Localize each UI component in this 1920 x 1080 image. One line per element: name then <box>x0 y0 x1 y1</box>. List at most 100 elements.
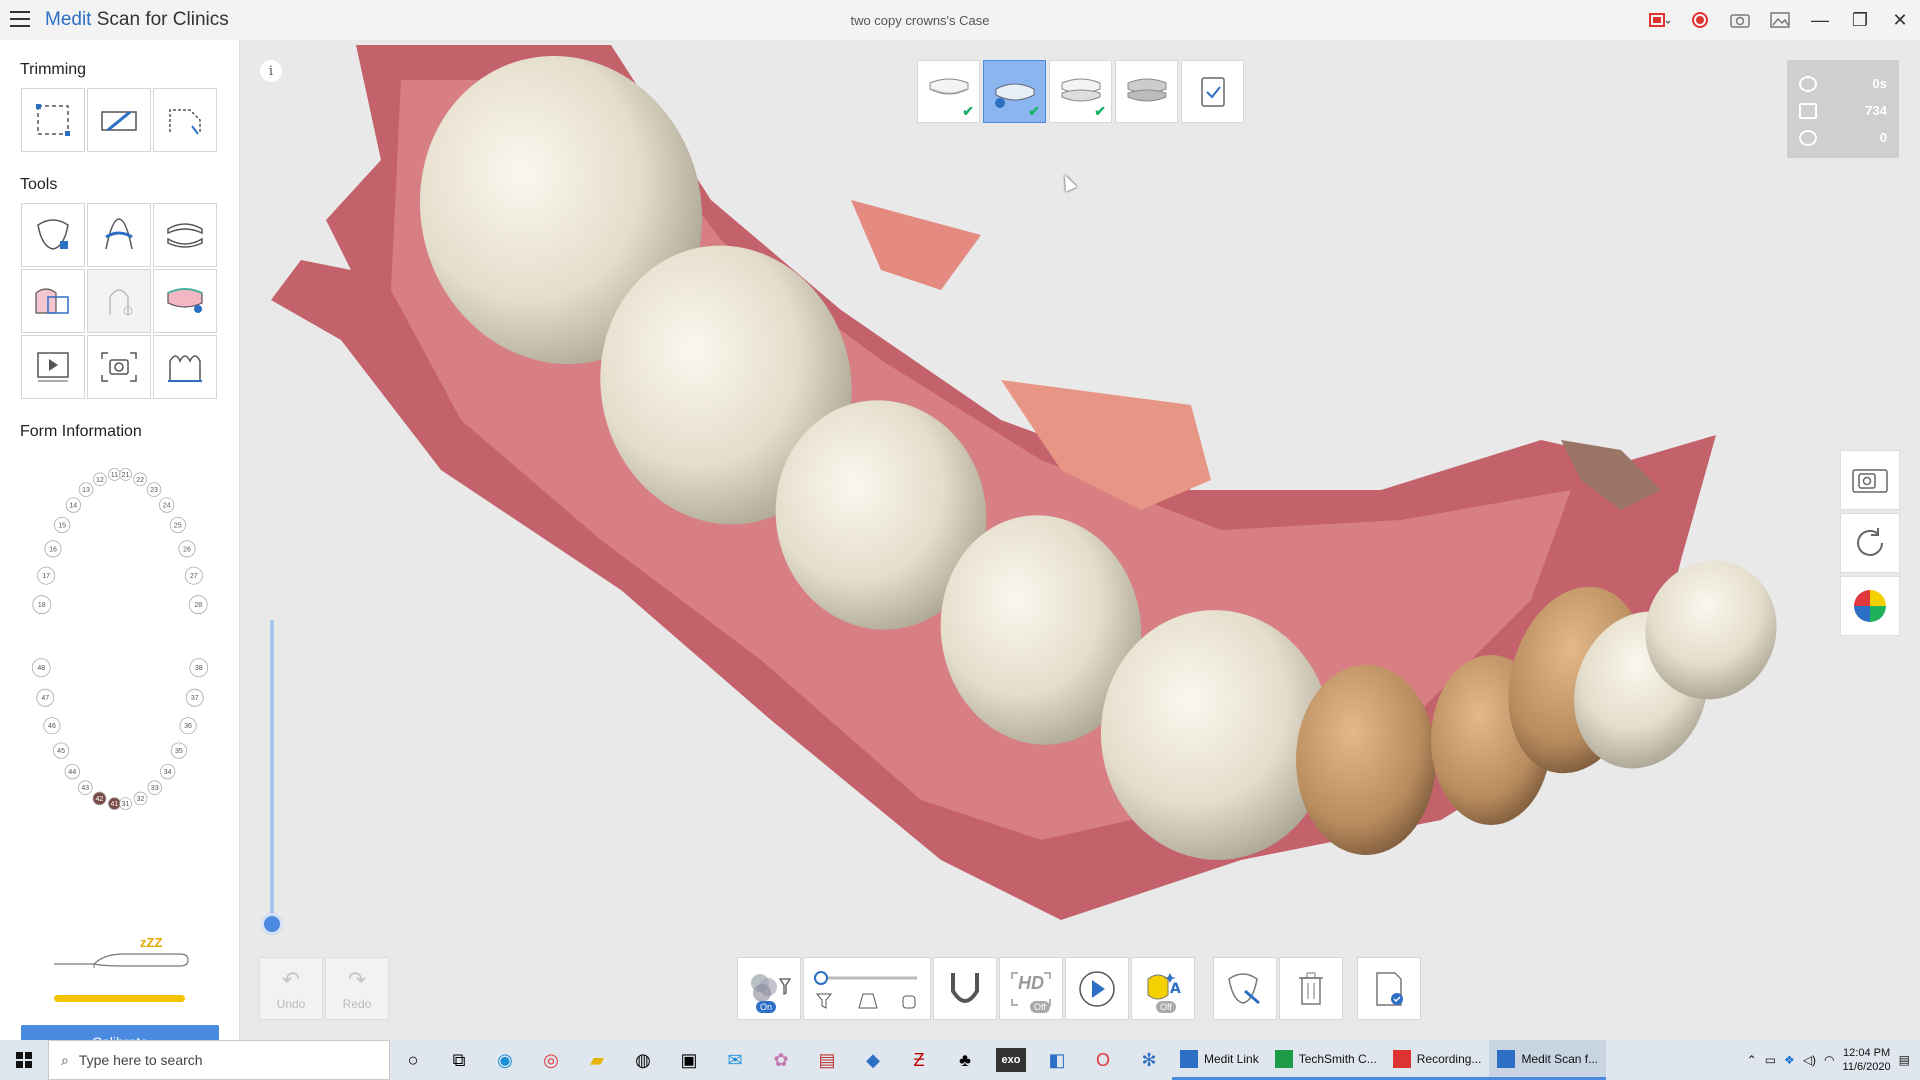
taskbar-app-medit-link[interactable]: Medit Link <box>1172 1040 1267 1080</box>
tooth-42[interactable]: 42 <box>92 791 107 806</box>
redo-button[interactable]: ↷ Redo <box>325 957 389 1020</box>
taskbar-app-techsmith[interactable]: TechSmith C... <box>1266 1040 1385 1080</box>
delete-button[interactable] <box>1279 957 1343 1020</box>
arch-tool[interactable] <box>153 203 217 267</box>
scan-viewport[interactable] <box>241 40 1920 1040</box>
margin-tool[interactable] <box>87 203 151 267</box>
exocad-icon[interactable]: exo <box>996 1048 1026 1072</box>
notification-icon[interactable]: ▤ <box>1899 1053 1910 1067</box>
capture-tool[interactable] <box>87 335 151 399</box>
video-tool[interactable] <box>21 335 85 399</box>
undo-button[interactable]: ↶ Undo <box>259 957 323 1020</box>
ai-scan-toggle-button[interactable]: A Off <box>1131 957 1195 1020</box>
app-icon[interactable]: ✿ <box>758 1040 804 1080</box>
clock[interactable]: 12:04 PM 11/6/2020 <box>1843 1046 1891 1074</box>
tooth-23[interactable]: 23 <box>146 482 162 497</box>
tooth-18[interactable]: 18 <box>32 595 52 615</box>
app-icon[interactable]: ◧ <box>1034 1040 1080 1080</box>
app-icon[interactable]: ✻ <box>1126 1040 1172 1080</box>
opera-icon[interactable]: O <box>1080 1040 1126 1080</box>
tooth-17[interactable]: 17 <box>37 566 56 585</box>
tooth-37[interactable]: 37 <box>185 688 204 707</box>
edge-icon[interactable]: ◉ <box>482 1040 528 1080</box>
app-icon[interactable]: ♣ <box>942 1040 988 1080</box>
tooth-34[interactable]: 34 <box>159 763 176 780</box>
tooth-24[interactable]: 24 <box>159 497 175 513</box>
hd-toggle-button[interactable]: HD Off <box>999 957 1063 1020</box>
lock-area-tool[interactable] <box>21 203 85 267</box>
chrome-icon[interactable]: ◎ <box>528 1040 574 1080</box>
tray-expand-icon[interactable]: ⌃ <box>1747 1053 1757 1067</box>
tooth-21[interactable]: 21 <box>119 468 132 481</box>
stage-review[interactable] <box>1181 60 1244 123</box>
tooth-26[interactable]: 26 <box>178 540 196 558</box>
tooth-31[interactable]: 31 <box>119 797 132 810</box>
tooth-12[interactable]: 12 <box>93 472 107 487</box>
play-button[interactable] <box>1065 957 1129 1020</box>
tooth-46[interactable]: 46 <box>43 717 61 735</box>
tooth-11[interactable]: 11 <box>108 468 121 481</box>
tooth-chart[interactable]: 11 12 13 14 15 16 17 18 21 22 23 24 25 26 27 28 41 42 43 44… <box>22 458 218 820</box>
arch-view-button[interactable] <box>933 957 997 1020</box>
crown-tool[interactable] <box>87 269 151 333</box>
scan-depth-slider-handle[interactable] <box>261 913 283 935</box>
tooth-33[interactable]: 33 <box>147 780 162 795</box>
tooth-48[interactable]: 48 <box>31 658 51 678</box>
filter-level-slider[interactable] <box>803 957 931 1020</box>
tooth-43[interactable]: 43 <box>78 780 93 795</box>
tooth-45[interactable]: 45 <box>52 742 70 759</box>
mail-icon[interactable]: ✉ <box>712 1040 758 1080</box>
tooth-44[interactable]: 44 <box>64 763 81 780</box>
volume-icon[interactable]: ◁) <box>1803 1053 1816 1067</box>
stage-upper-jaw[interactable]: ✔ <box>917 60 980 123</box>
taskbar-app-medit-scan[interactable]: Medit Scan f... <box>1489 1040 1607 1080</box>
trim-lasso-tool[interactable] <box>153 88 217 152</box>
tooth-27[interactable]: 27 <box>184 566 203 585</box>
app-icon[interactable]: ◍ <box>620 1040 666 1080</box>
taskbar-app-recording[interactable]: Recording... <box>1384 1040 1490 1080</box>
tooth-47[interactable]: 47 <box>36 688 55 707</box>
dropbox-icon[interactable]: ❖ <box>1784 1053 1795 1067</box>
smart-stitching-tool[interactable] <box>21 269 85 333</box>
app-icon[interactable]: ◆ <box>850 1040 896 1080</box>
cortana-icon[interactable]: ○ <box>390 1040 436 1080</box>
tooth-25[interactable]: 25 <box>169 516 186 534</box>
tooth-15[interactable]: 15 <box>54 516 71 534</box>
stage-lower-jaw[interactable]: ✔ <box>983 60 1046 123</box>
filezilla-icon[interactable]: Ƶ <box>896 1040 942 1080</box>
restore-icon[interactable]: ❐ <box>1840 0 1880 40</box>
filter-toggle-button[interactable]: On <box>737 957 801 1020</box>
start-button[interactable] <box>0 1040 48 1080</box>
remove-data-button[interactable] <box>1213 957 1277 1020</box>
battery-icon[interactable]: ▭ <box>1765 1053 1776 1067</box>
tooth-32[interactable]: 32 <box>133 791 148 806</box>
trim-brush-tool[interactable] <box>87 88 151 152</box>
color-mode-button[interactable] <box>1840 576 1900 636</box>
app-icon[interactable]: ▤ <box>804 1040 850 1080</box>
close-icon[interactable]: ✕ <box>1880 0 1920 40</box>
gingiva-tool[interactable] <box>153 269 217 333</box>
file-explorer-icon[interactable]: ▰ <box>574 1040 620 1080</box>
reset-view-button[interactable] <box>1840 513 1900 573</box>
measure-tool[interactable] <box>153 335 217 399</box>
record-icon[interactable] <box>1680 0 1720 40</box>
stage-occlusion[interactable]: ✔ <box>1049 60 1112 123</box>
tooth-13[interactable]: 13 <box>78 482 94 497</box>
video-camera-button[interactable] <box>1840 450 1900 510</box>
minimize-icon[interactable]: — <box>1800 0 1840 40</box>
tooth-14[interactable]: 14 <box>65 497 81 513</box>
trim-selection-tool[interactable] <box>21 88 85 152</box>
store-icon[interactable]: ▣ <box>666 1040 712 1080</box>
gallery-icon[interactable] <box>1760 0 1800 40</box>
tooth-28[interactable]: 28 <box>188 595 208 615</box>
taskbar-search[interactable]: ⌕ Type here to search <box>48 1040 390 1080</box>
scan-depth-slider[interactable] <box>270 620 274 920</box>
tooth-38[interactable]: 38 <box>189 658 209 678</box>
scan-model[interactable] <box>241 40 1920 1040</box>
tooth-36[interactable]: 36 <box>179 717 197 735</box>
wifi-icon[interactable]: ◠ <box>1824 1053 1834 1067</box>
screen-record-area-icon[interactable] <box>1640 0 1680 40</box>
camera-icon[interactable] <box>1720 0 1760 40</box>
tooth-22[interactable]: 22 <box>133 472 147 487</box>
tooth-35[interactable]: 35 <box>170 742 188 759</box>
